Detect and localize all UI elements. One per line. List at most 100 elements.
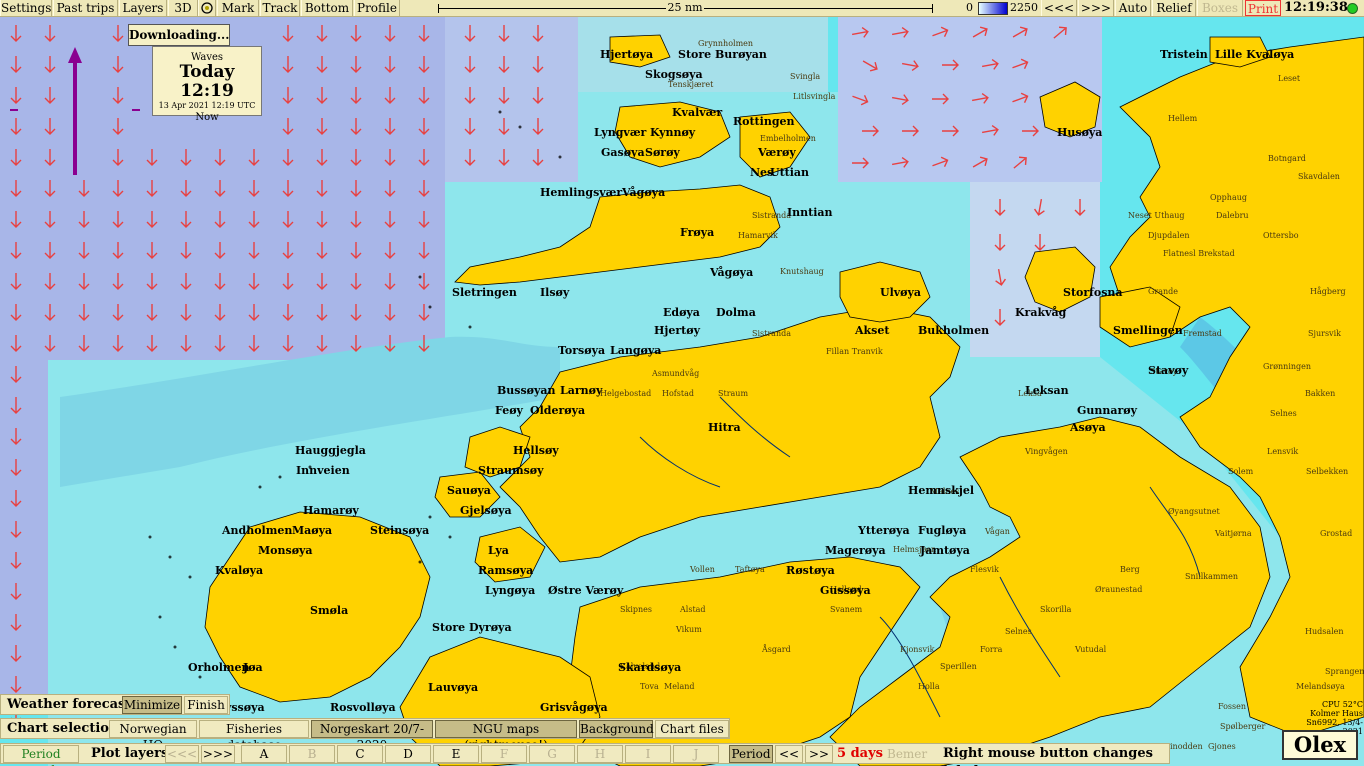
place-label-small: Opphaug: [1210, 193, 1247, 202]
chart-fisheries-button[interactable]: Fisheries database: [199, 720, 309, 752]
place-label: Store Burøyan: [678, 48, 767, 61]
profile-button[interactable]: Profile: [354, 0, 400, 16]
plot-layer-g-button[interactable]: G: [529, 745, 575, 763]
place-label-small: Sjursvik: [1308, 329, 1341, 338]
auto-button[interactable]: Auto: [1115, 0, 1151, 16]
boxes-button[interactable]: Boxes: [1197, 0, 1243, 16]
place-label: Feøy: [495, 404, 523, 417]
place-label-small: Knutshaug: [780, 267, 824, 276]
place-label: Hjertøy: [654, 324, 700, 337]
place-label: Bussøyan: [497, 384, 556, 397]
weather-forecast-label: Weather forecast: [7, 697, 132, 712]
track-button[interactable]: Track: [260, 0, 300, 16]
place-label: Ytterøya: [858, 524, 910, 537]
location-text: Kolmer Haus: [1310, 709, 1363, 718]
settings-button[interactable]: Settings: [0, 0, 52, 16]
place-label: Skogsøya: [645, 68, 703, 81]
nautical-chart[interactable]: Grynnholmen Svingla Tenskjæret Litlsvingla L…: [0, 17, 1364, 766]
place-label: Lyngvær: [594, 126, 647, 139]
plot-layer-i-button[interactable]: I: [625, 745, 671, 763]
place-label: Østre Værøy: [548, 584, 624, 597]
bottom-button[interactable]: Bottom: [301, 0, 353, 16]
place-label: Sauøya: [447, 484, 491, 497]
place-label: Skardsøya: [618, 661, 682, 674]
place-label-small: Asmundvåg: [652, 369, 700, 378]
plot-layer-e-button[interactable]: E: [433, 745, 479, 763]
place-label: Storfosna: [1063, 286, 1123, 299]
place-label: Frøya: [680, 226, 715, 239]
chart-norgeskart-button[interactable]: Norgeskart 20/7-2020: [311, 720, 433, 752]
plot-next-button[interactable]: >>>: [201, 745, 235, 763]
plot-layer-b-button[interactable]: B: [289, 745, 335, 763]
place-label: Hemnskjel: [908, 484, 974, 497]
past-trips-button[interactable]: Past trips: [53, 0, 118, 16]
chart-ngu-maps-button[interactable]: NGU maps (rightmouse!): [435, 720, 577, 752]
place-label-small: Selnes: [1270, 409, 1297, 418]
plot-layer-j-button[interactable]: J: [673, 745, 719, 763]
wave-date: 13 Apr 2021 12:19 UTC: [158, 101, 256, 110]
forward-button[interactable]: >>>: [1078, 0, 1114, 16]
wave-overlay-region: [0, 17, 48, 707]
place-label-small: Flatnesl Brekstad: [1163, 249, 1235, 258]
place-label-small: Grynnholmen: [698, 39, 754, 48]
place-label: Akset: [855, 324, 890, 337]
place-label: Hamarøy: [303, 504, 359, 517]
place-label-small: Litlsvingla: [793, 92, 836, 101]
mark-button[interactable]: Mark: [217, 0, 259, 16]
chart-background-button[interactable]: Background: [579, 720, 654, 738]
plot-layer-d-button[interactable]: D: [385, 745, 431, 763]
finish-button[interactable]: Finish: [184, 696, 228, 714]
plot-prev-button[interactable]: <<<: [165, 745, 199, 763]
place-label-small: Solem: [1228, 467, 1254, 476]
place-label: Torsøya: [558, 344, 606, 357]
place-label-small: Tova: [640, 682, 659, 691]
place-label-small: Vikum: [676, 625, 702, 634]
3d-button[interactable]: 3D: [168, 0, 198, 16]
place-label-small: Svanem: [830, 605, 863, 614]
period-next-button[interactable]: >>: [805, 745, 833, 763]
place-label: Olderøya: [530, 404, 586, 417]
place-label: Gussøya: [820, 584, 871, 597]
place-label: Maøya: [292, 524, 333, 537]
place-label: Lya: [488, 544, 509, 557]
place-label-small: Hamarvik: [738, 231, 778, 240]
plot-layer-f-button[interactable]: F: [481, 745, 527, 763]
chart-norwegian-ho-button[interactable]: Norwegian HO: [109, 720, 197, 752]
relief-button[interactable]: Relief: [1152, 0, 1196, 16]
depth-max-label: 2250: [1010, 1, 1038, 14]
back-button[interactable]: <<<: [1041, 0, 1077, 16]
place-label: Krakvåg: [1015, 306, 1067, 319]
period-button[interactable]: Period: [729, 745, 773, 763]
place-label-small: Vaitjørna: [1215, 529, 1252, 538]
plot-layers-label: Plot layers: [91, 746, 169, 761]
place-label-small: Grønningen: [1263, 362, 1312, 371]
layers-button[interactable]: Layers: [119, 0, 167, 16]
place-label: Gasøya: [601, 146, 645, 159]
period-prev-button[interactable]: <<: [775, 745, 803, 763]
place-label-small: Grande: [1148, 287, 1178, 296]
target-icon[interactable]: [198, 0, 216, 16]
print-button[interactable]: Print: [1245, 0, 1281, 16]
place-label: Bukholmen: [918, 324, 990, 337]
place-label-small: Hudsalen: [1305, 627, 1344, 636]
chart-files-button[interactable]: Chart files: [655, 720, 729, 738]
period-graph-button[interactable]: Period graph: [3, 745, 79, 766]
depth-color-bar[interactable]: [978, 2, 1008, 15]
plot-layer-c-button[interactable]: C: [337, 745, 383, 763]
place-label-small: Tenskjæret: [668, 80, 714, 89]
bemer-label[interactable]: Bemer: [887, 745, 927, 763]
place-label-small: Skipnes: [620, 605, 652, 614]
status-indicator-icon: [1347, 3, 1358, 14]
plot-layer-a-button[interactable]: A: [241, 745, 287, 763]
minimize-button[interactable]: Minimize: [122, 696, 182, 714]
place-label: Edøya: [663, 306, 700, 319]
wave-time: Today 12:19: [179, 62, 235, 101]
plot-layers-row: Period graph Plot layers <<< >>> ABCDEFG…: [0, 743, 1170, 766]
wave-forecast-panel[interactable]: Waves Today 12:19 13 Apr 2021 12:19 UTC …: [152, 46, 262, 123]
place-label-small: Sperillen: [940, 662, 977, 671]
plot-layer-h-button[interactable]: H: [577, 745, 623, 763]
place-label: Asøya: [1070, 421, 1106, 434]
place-label-small: Selnes: [1005, 627, 1032, 636]
olex-logo: Olex: [1282, 730, 1358, 760]
place-label: Rosvolløya: [330, 701, 396, 714]
